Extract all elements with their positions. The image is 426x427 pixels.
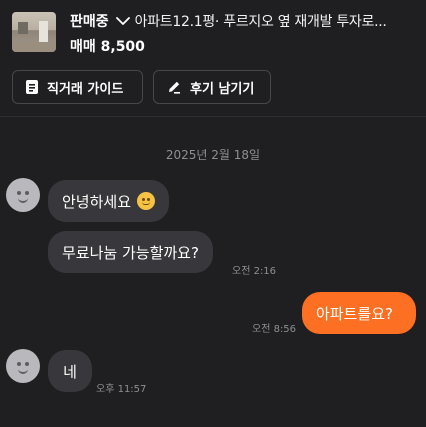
thumbnail-floor: [12, 42, 56, 52]
avatar-eye: [17, 362, 21, 366]
trade-guide-button[interactable]: 직거래 가이드: [12, 70, 143, 104]
listing-title-row: 판매중 아파트12.1평· 푸르지오 옆 재개발 투자로...: [70, 10, 420, 32]
pencil-icon: [169, 81, 180, 94]
header-divider: [0, 116, 426, 117]
message-time: 오전 2:16: [232, 266, 277, 277]
message-text: 네: [63, 362, 77, 381]
smiley-emoji-icon: [137, 192, 156, 210]
chat-date-separator: 2025년 2월 18일: [165, 148, 261, 162]
chevron-down-icon[interactable]: [115, 13, 131, 29]
document-icon: [26, 80, 38, 94]
message-text: 아파트를요?: [316, 304, 393, 323]
message-time: 오전 8:56: [252, 324, 297, 335]
message-text: 무료나눔 가능할까요?: [62, 243, 199, 262]
trade-guide-label: 직거래 가이드: [47, 81, 124, 97]
my-message-bubble[interactable]: 아파트를요?: [302, 292, 416, 334]
avatar-eye: [25, 191, 29, 195]
avatar-mouth: [18, 369, 28, 374]
user-avatar-icon[interactable]: [6, 178, 40, 212]
avatar-eye: [25, 362, 29, 366]
action-bar: 직거래 가이드 후기 남기기: [12, 70, 271, 104]
listing-thumbnail[interactable]: [12, 12, 56, 52]
message-time: 오후 11:57: [96, 384, 147, 395]
listing-header[interactable]: 판매중 아파트12.1평· 푸르지오 옆 재개발 투자로... 매매 8,500: [0, 0, 426, 62]
thumbnail-window: [18, 22, 28, 34]
message-bubble[interactable]: 안녕하세요: [48, 180, 170, 222]
listing-title: 아파트12.1평· 푸르지오 옆 재개발 투자로...: [134, 14, 387, 30]
message-bubble[interactable]: 네: [48, 350, 92, 392]
write-review-button[interactable]: 후기 남기기: [153, 70, 271, 104]
message-bubble[interactable]: 무료나눔 가능할까요?: [48, 231, 213, 273]
avatar-mouth: [18, 198, 28, 203]
thumbnail-door: [39, 21, 48, 43]
sale-status[interactable]: 판매중: [70, 11, 109, 31]
write-review-label: 후기 남기기: [190, 81, 255, 97]
user-avatar-icon[interactable]: [6, 349, 40, 383]
avatar-eye: [17, 191, 21, 195]
listing-price: 매매 8,500: [70, 39, 145, 55]
message-text: 안녕하세요: [62, 192, 132, 211]
